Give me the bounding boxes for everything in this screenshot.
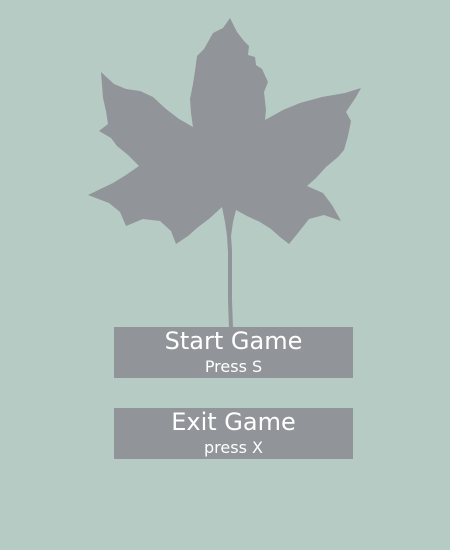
exit-game-hint: press X <box>204 438 263 457</box>
start-screen: { "menu": { "start_title": "Start Game",… <box>0 0 450 550</box>
start-game-button[interactable]: Start Game Press S <box>114 327 353 378</box>
start-game-hint: Press S <box>204 357 263 376</box>
maple-leaf-icon <box>88 18 361 328</box>
exit-game-button[interactable]: Exit Game press X <box>114 408 353 459</box>
start-game-label: Start Game <box>164 327 303 355</box>
exit-game-label: Exit Game <box>171 408 296 436</box>
